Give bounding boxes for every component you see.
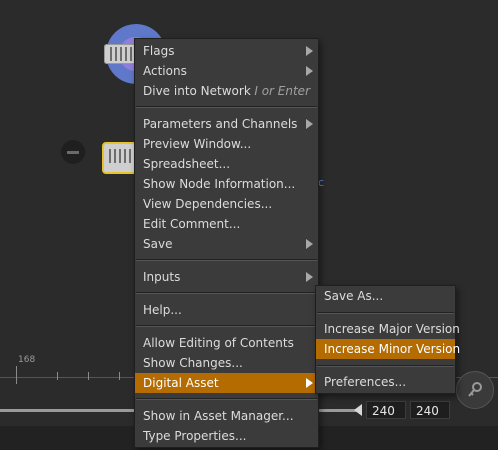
menu-item-increase-minor-version[interactable]: Increase Minor Version (316, 339, 460, 359)
digital-asset-submenu: Save As... Increase Major Version Increa… (315, 285, 460, 394)
menu-item-label: Show in Asset Manager... (143, 409, 294, 423)
menu-item-label: Flags (143, 44, 175, 58)
menu-item-label: Parameters and Channels (143, 117, 298, 131)
menu-item-label: Help... (143, 303, 182, 317)
menu-item-type-properties[interactable]: Type Properties... (135, 426, 318, 446)
menu-item-parameters-and-channels[interactable]: Parameters and Channels (135, 114, 318, 134)
menu-item-allow-editing-of-contents[interactable]: Allow Editing of Contents (135, 333, 318, 353)
menu-item-view-dependencies[interactable]: View Dependencies... (135, 194, 318, 214)
menu-item-shortcut: I or Enter (254, 84, 310, 98)
minus-icon (67, 150, 79, 154)
menu-item-label: Inputs (143, 270, 181, 284)
menu-item-save[interactable]: Save (135, 234, 318, 254)
collapse-button[interactable] (61, 140, 85, 164)
menu-item-label: Preferences... (324, 375, 407, 389)
node-context-menu: Flags Actions Dive into Network I or Ent… (134, 38, 319, 448)
menu-item-label: Type Properties... (143, 429, 247, 443)
menu-item-label: Preview Window... (143, 137, 252, 151)
menu-item-label: Increase Minor Version (324, 342, 461, 356)
timeline-tick (16, 366, 17, 384)
menu-item-label: View Dependencies... (143, 197, 273, 211)
menu-item-preview-window[interactable]: Preview Window... (135, 134, 318, 154)
menu-item-show-changes[interactable]: Show Changes... (135, 353, 318, 373)
menu-item-label: Spreadsheet... (143, 157, 231, 171)
menu-item-label: Show Changes... (143, 356, 243, 370)
menu-separator (136, 259, 317, 261)
menu-separator (136, 325, 317, 327)
menu-item-label: Actions (143, 64, 187, 78)
timeline-tick (119, 372, 120, 380)
menu-item-label: Increase Major Version (324, 322, 460, 336)
menu-item-label: Save As... (324, 289, 384, 303)
range-end-handle[interactable] (354, 404, 362, 416)
menu-separator (317, 312, 454, 314)
menu-item-dive-into-network[interactable]: Dive into Network I or Enter (135, 81, 318, 101)
menu-item-show-in-asset-manager[interactable]: Show in Asset Manager... (135, 406, 318, 426)
menu-item-preferences[interactable]: Preferences... (316, 372, 455, 392)
menu-item-save-as[interactable]: Save As... (316, 286, 455, 306)
menu-item-actions[interactable]: Actions (135, 61, 318, 81)
submenu-arrow-icon (306, 239, 313, 249)
menu-item-spreadsheet[interactable]: Spreadsheet... (135, 154, 318, 174)
menu-item-label: Save (143, 237, 173, 251)
menu-item-label: Edit Comment... (143, 217, 241, 231)
menu-separator (136, 292, 317, 294)
menu-item-flags[interactable]: Flags (135, 41, 318, 61)
menu-item-increase-major-version[interactable]: Increase Major Version (316, 319, 460, 339)
menu-item-help[interactable]: Help... (135, 300, 318, 320)
timeline-tick (57, 372, 58, 380)
submenu-arrow-icon (306, 46, 313, 56)
submenu-arrow-icon (306, 378, 313, 388)
menu-separator (136, 398, 317, 400)
submenu-arrow-icon (306, 66, 313, 76)
menu-item-inputs[interactable]: Inputs (135, 267, 318, 287)
node-badge (104, 44, 138, 64)
end-frame-field[interactable]: 240 (410, 401, 450, 419)
submenu-arrow-icon (306, 272, 313, 282)
menu-separator (317, 365, 454, 367)
menu-item-label: Show Node Information... (143, 177, 296, 191)
menu-item-show-node-information[interactable]: Show Node Information... (135, 174, 318, 194)
key-icon (468, 382, 482, 397)
menu-item-label: Dive into Network (143, 84, 251, 98)
menu-item-edit-comment[interactable]: Edit Comment... (135, 214, 318, 234)
menu-item-digital-asset[interactable]: Digital Asset (135, 373, 318, 393)
frame-marker-label: 168 (18, 355, 36, 365)
menu-separator (136, 106, 317, 108)
key-button[interactable] (456, 371, 494, 409)
menu-item-label: Allow Editing of Contents (143, 336, 294, 350)
menu-item-label: Digital Asset (143, 376, 219, 390)
submenu-arrow-icon (306, 119, 313, 129)
timeline-tick (88, 372, 89, 380)
start-frame-field[interactable]: 240 (366, 401, 406, 419)
